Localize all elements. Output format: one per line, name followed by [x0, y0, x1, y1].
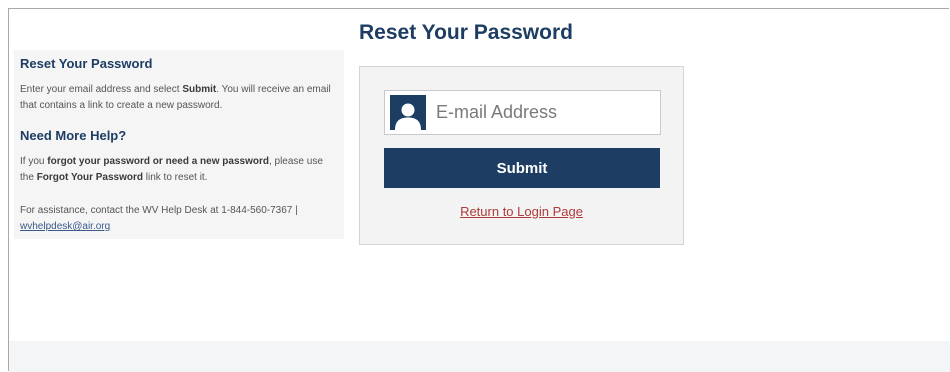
sidebar-heading-reset: Reset Your Password [20, 56, 153, 71]
email-field[interactable] [384, 90, 661, 135]
sidebar-instructions: Enter your email address and select Subm… [20, 84, 331, 111]
email-input[interactable] [436, 97, 656, 128]
footer-band [9, 341, 950, 372]
reset-password-panel: Submit Return to Login Page [359, 66, 684, 245]
helpdesk-email-link[interactable]: wvhelpdesk@air.org [20, 221, 110, 232]
return-to-login-link[interactable]: Return to Login Page [360, 204, 683, 219]
help-sidebar: Reset Your Password Enter your email add… [14, 50, 344, 239]
sidebar-heading-help: Need More Help? [20, 128, 127, 143]
submit-button[interactable]: Submit [384, 148, 660, 188]
user-icon [390, 95, 426, 130]
sidebar-help-text: If you forgot your password or need a ne… [20, 156, 323, 183]
page-title: Reset Your Password [359, 21, 573, 44]
sidebar-assistance: For assistance, contact the WV Help Desk… [20, 205, 298, 232]
